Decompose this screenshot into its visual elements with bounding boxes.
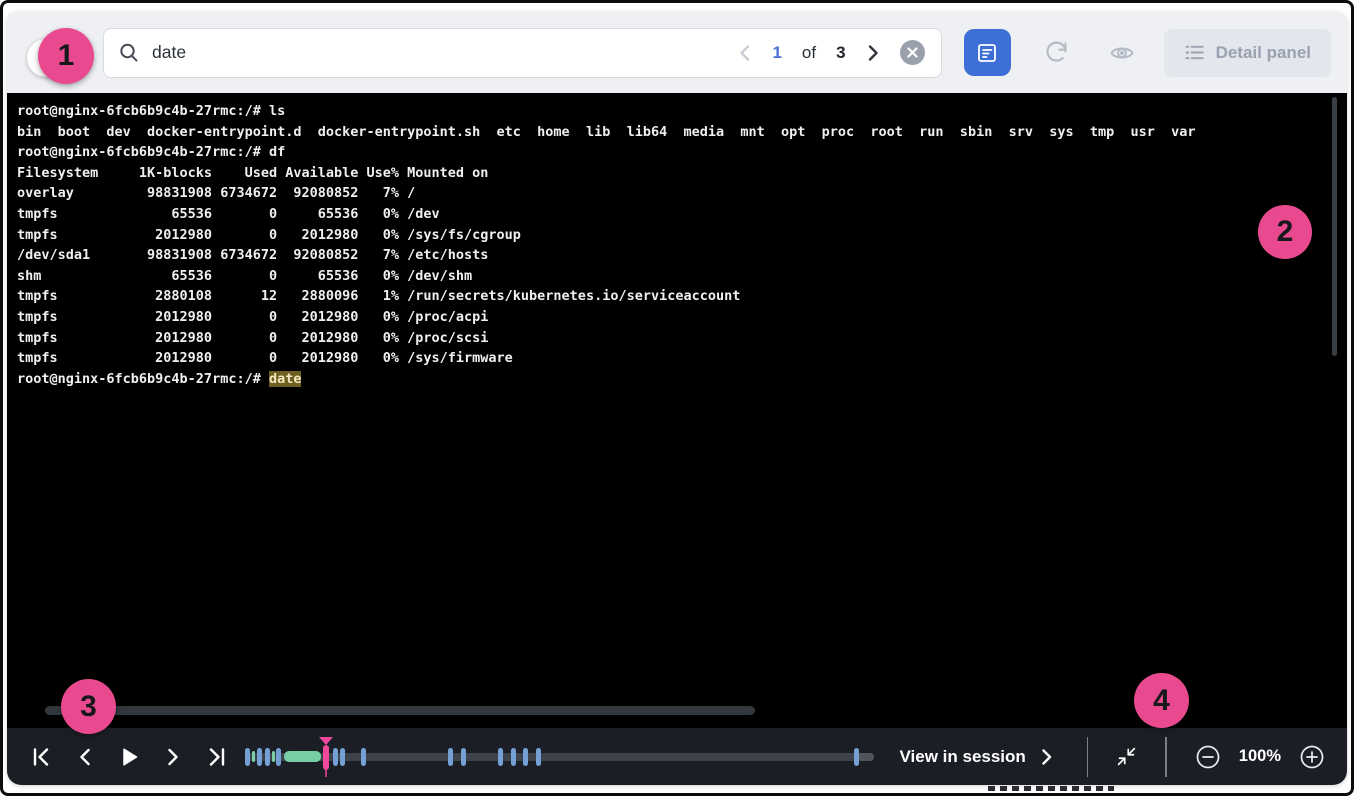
- zoom-level: 100%: [1239, 747, 1281, 766]
- playhead-stem: [325, 770, 327, 777]
- skip-to-end-button[interactable]: [205, 745, 229, 769]
- divider: [1087, 737, 1089, 777]
- timeline-event-marker[interactable]: [498, 748, 503, 766]
- view-in-session-button[interactable]: View in session: [894, 746, 1059, 768]
- refresh-icon: [1043, 39, 1070, 66]
- clipped-background-text: [988, 786, 1114, 791]
- shell-prompt: root@nginx-6fcb6b9c4b-27rmc:/#: [17, 371, 269, 387]
- terminal-scrollback: root@nginx-6fcb6b9c4b-27rmc:/# ls bin bo…: [17, 101, 1347, 369]
- horizontal-scrollbar[interactable]: [45, 706, 755, 715]
- callout-2: 2: [1258, 205, 1312, 259]
- view-in-session-label: View in session: [900, 747, 1026, 767]
- callout-4: 4: [1134, 673, 1189, 728]
- timeline-event-marker[interactable]: [854, 748, 859, 766]
- eye-icon: [1108, 39, 1136, 67]
- timeline-event-marker[interactable]: [333, 748, 338, 766]
- timeline-event-marker[interactable]: [511, 748, 516, 766]
- player-toolbar: date 1 of 3: [7, 12, 1347, 93]
- terminal-output: root@nginx-6fcb6b9c4b-27rmc:/# ls bin bo…: [7, 93, 1347, 728]
- timeline-event-marker[interactable]: [523, 748, 528, 766]
- callout-number: 1: [58, 39, 75, 73]
- search-match-highlight: date: [269, 371, 302, 387]
- watch-mode-button[interactable]: [1108, 39, 1136, 67]
- timeline-event-marker[interactable]: [461, 748, 466, 766]
- zoom-controls: 100%: [1195, 744, 1325, 770]
- playhead-bar: [323, 745, 329, 770]
- timeline-event-marker[interactable]: [340, 748, 345, 766]
- callout-number: 2: [1277, 215, 1294, 249]
- timeline-activity-segment: [284, 751, 321, 762]
- timeline-event-marker[interactable]: [276, 748, 281, 766]
- vertical-scrollbar[interactable]: [1332, 97, 1337, 356]
- match-separator: of: [802, 43, 816, 63]
- timeline-event-marker[interactable]: [265, 748, 270, 766]
- timeline-event-marker[interactable]: [245, 748, 250, 766]
- play-button[interactable]: [117, 745, 141, 769]
- playhead-flag-icon: [319, 737, 333, 745]
- transcript-panel-button[interactable]: [964, 29, 1011, 76]
- callout-3: 3: [61, 679, 116, 734]
- divider: [1165, 737, 1167, 777]
- session-player-window: date 1 of 3: [7, 12, 1347, 785]
- timeline-event-marker[interactable]: [536, 748, 541, 766]
- timeline-green-marker[interactable]: [272, 751, 276, 762]
- next-match-button[interactable]: [866, 44, 880, 62]
- replay-restart-button[interactable]: [1043, 39, 1070, 66]
- callout-1: 1: [38, 28, 94, 84]
- collapse-icon: [1116, 746, 1137, 767]
- detail-panel-button[interactable]: Detail panel: [1164, 29, 1331, 77]
- timeline-event-marker[interactable]: [361, 748, 366, 766]
- zoom-out-button[interactable]: [1195, 744, 1221, 770]
- next-event-button[interactable]: [161, 745, 185, 769]
- collapse-player-button[interactable]: [1116, 746, 1137, 767]
- playback-bar: View in session: [7, 728, 1347, 785]
- transcript-icon: [975, 41, 999, 65]
- playback-controls: [29, 745, 229, 769]
- match-position: 1: [772, 43, 781, 63]
- timeline-green-marker[interactable]: [252, 751, 256, 762]
- timeline-event-marker[interactable]: [257, 748, 262, 766]
- search-input[interactable]: date 1 of 3: [103, 28, 942, 78]
- callout-number: 4: [1153, 684, 1170, 718]
- match-total: 3: [836, 43, 845, 63]
- timeline-track-end: [858, 753, 874, 761]
- detail-panel-label: Detail panel: [1216, 43, 1311, 63]
- previous-event-button[interactable]: [73, 745, 97, 769]
- chevron-right-icon: [1040, 748, 1053, 766]
- zoom-in-button[interactable]: [1299, 744, 1325, 770]
- previous-match-button[interactable]: [738, 44, 752, 62]
- timeline-scrubber[interactable]: [247, 737, 874, 777]
- terminal-prompt-line: root@nginx-6fcb6b9c4b-27rmc:/# date: [17, 369, 1347, 390]
- clear-search-button[interactable]: [900, 40, 925, 65]
- timeline-event-marker[interactable]: [448, 748, 453, 766]
- match-navigation: 1 of 3: [738, 40, 924, 65]
- callout-number: 3: [80, 690, 97, 724]
- skip-to-start-button[interactable]: [29, 745, 53, 769]
- detail-list-icon: [1184, 42, 1205, 63]
- search-value: date: [152, 42, 738, 63]
- search-icon: [118, 42, 140, 64]
